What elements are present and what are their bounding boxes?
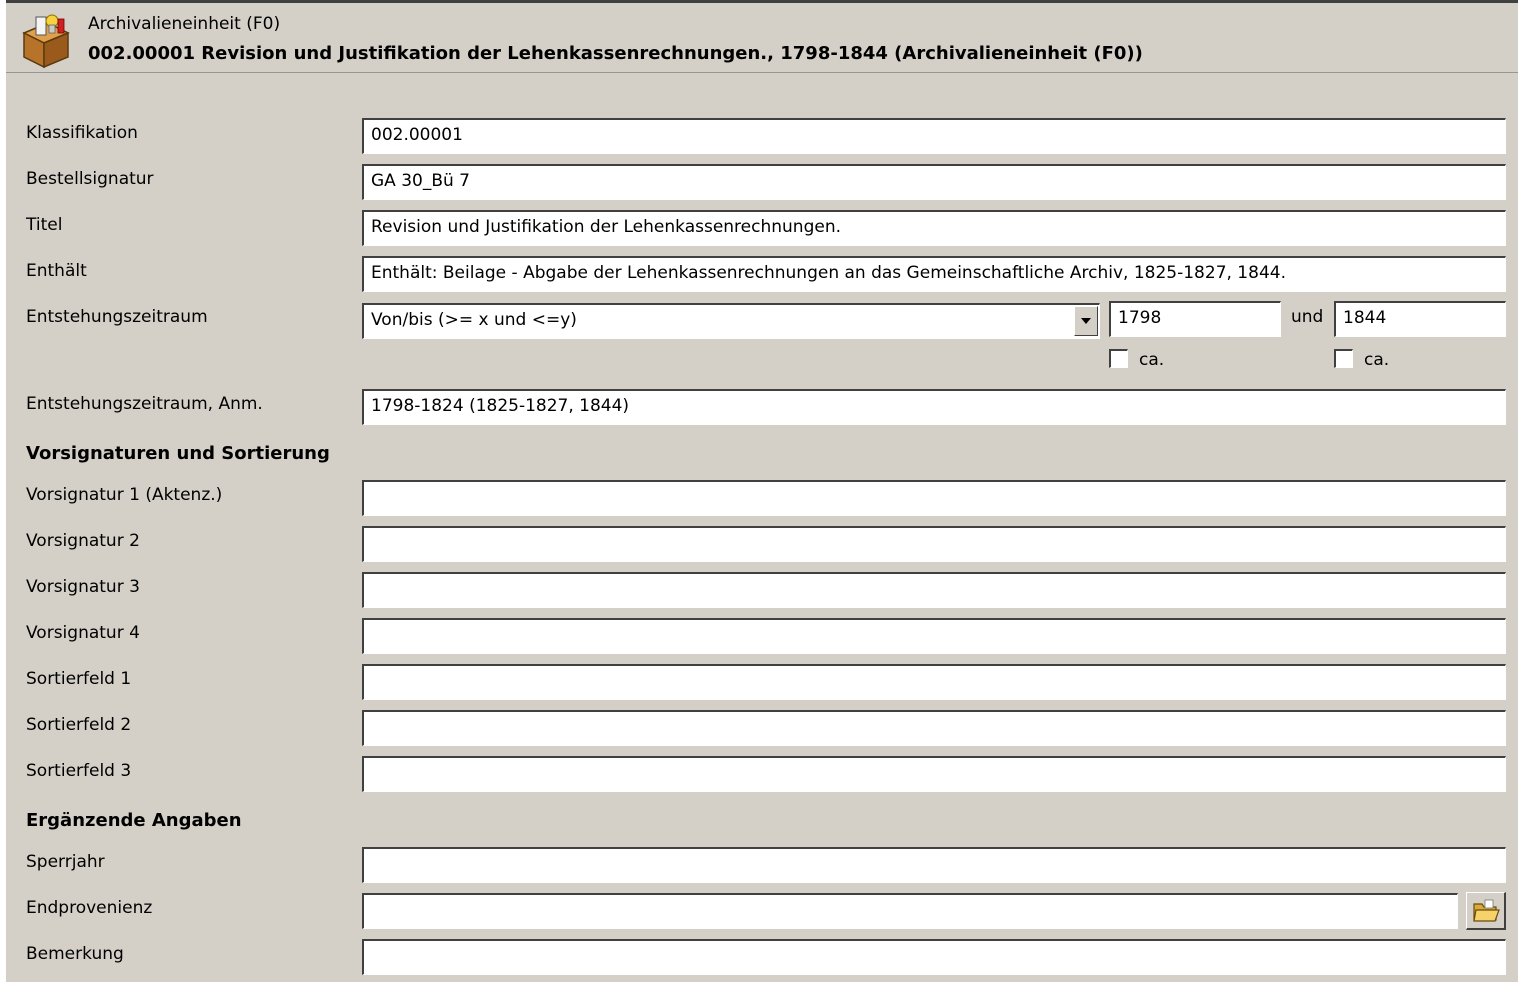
entstehungszeitraum-anm-input[interactable]: 1798-1824 (1825-1827, 1844) [362,389,1506,425]
entstehungszeitraum-to-input[interactable]: 1844 [1334,301,1506,337]
sperrjahr-input[interactable] [362,847,1506,883]
bemerkung-label: Bemerkung [26,944,124,964]
enthaelt-label: Enthält [26,261,87,281]
bestellsignatur-label: Bestellsignatur [26,169,154,189]
sortierfeld-3-input[interactable] [362,756,1506,792]
sperrjahr-label: Sperrjahr [26,852,105,872]
section-vorsignaturen-title: Vorsignaturen und Sortierung [26,443,330,464]
bestellsignatur-input[interactable]: GA 30_Bü 7 [362,164,1506,200]
vorsignatur-4-label: Vorsignatur 4 [26,623,140,643]
vorsignatur-3-label: Vorsignatur 3 [26,577,140,597]
entstehungszeitraum-and-label: und [1291,307,1324,327]
endprovenienz-browse-button[interactable] [1466,892,1506,930]
ca-from-label: ca. [1139,350,1165,370]
bemerkung-input[interactable] [362,939,1506,975]
dropdown-arrow-icon[interactable] [1074,306,1098,336]
vorsignatur-2-input[interactable] [362,526,1506,562]
ca-to-label: ca. [1364,350,1390,370]
archive-box-icon [22,14,70,69]
klassifikation-input[interactable]: 002.00001 [362,118,1506,154]
header-title: 002.00001 Revision und Justifikation der… [88,43,1143,64]
vorsignatur-4-input[interactable] [362,618,1506,654]
vorsignatur-1-label: Vorsignatur 1 (Aktenz.) [26,485,223,505]
vorsignatur-3-input[interactable] [362,572,1506,608]
header: Archivalieneinheit (F0) 002.00001 Revisi… [6,3,1518,73]
folder-icon [1473,899,1500,922]
endprovenienz-label: Endprovenienz [26,898,153,918]
enthaelt-input[interactable]: Enthält: Beilage - Abgabe der Lehenkasse… [362,256,1506,292]
entstehungszeitraum-label: Entstehungszeitraum [26,307,208,327]
klassifikation-label: Klassifikation [26,123,138,143]
vorsignatur-2-label: Vorsignatur 2 [26,531,140,551]
sortierfeld-1-input[interactable] [362,664,1506,700]
entstehungszeitraum-mode-value: Von/bis (>= x und <=y) [371,310,577,330]
header-subtitle: Archivalieneinheit (F0) [88,14,281,34]
sortierfeld-2-input[interactable] [362,710,1506,746]
sortierfeld-1-label: Sortierfeld 1 [26,669,132,689]
sortierfeld-2-label: Sortierfeld 2 [26,715,132,735]
sortierfeld-3-label: Sortierfeld 3 [26,761,132,781]
ca-to-checkbox[interactable] [1334,349,1353,368]
entstehungszeitraum-anm-label: Entstehungszeitraum, Anm. [26,394,263,414]
ca-from-checkbox[interactable] [1109,349,1128,368]
titel-input[interactable]: Revision und Justifikation der Lehenkass… [362,210,1506,246]
entstehungszeitraum-from-input[interactable]: 1798 [1109,301,1281,337]
endprovenienz-input[interactable] [362,893,1458,929]
vorsignatur-1-input[interactable] [362,480,1506,516]
titel-label: Titel [26,215,63,235]
form-window: Archivalieneinheit (F0) 002.00001 Revisi… [6,0,1518,982]
entstehungszeitraum-mode-select[interactable]: Von/bis (>= x und <=y) [362,303,1100,339]
section-ergaenzend-title: Ergänzende Angaben [26,810,242,831]
